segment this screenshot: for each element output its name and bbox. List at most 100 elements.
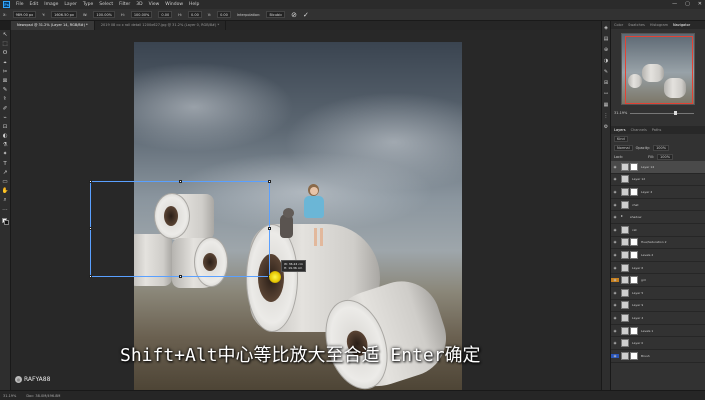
menu-filter[interactable]: Filter (119, 2, 130, 7)
width-field[interactable]: 100.00% (93, 11, 115, 18)
close-button[interactable]: ✕ (698, 1, 702, 7)
navigator-zoom-slider[interactable] (630, 111, 695, 115)
stamp-tool-icon[interactable]: ⌁ (2, 115, 9, 122)
maximize-button[interactable]: ▢ (685, 1, 690, 7)
frame-tool-icon[interactable]: ⊠ (2, 78, 9, 85)
tab-color[interactable]: Color (614, 23, 623, 27)
visibility-eye-icon[interactable]: ◉ (611, 291, 619, 295)
visibility-eye-icon[interactable]: ◉ (611, 228, 619, 232)
vskew-field[interactable]: 0.00 (217, 11, 231, 18)
transform-handle-right[interactable] (268, 227, 271, 230)
menu-view[interactable]: View (149, 2, 160, 7)
layer-row[interactable]: ◉ Layer 5 (611, 287, 705, 300)
tab-navigator[interactable]: Navigator (673, 23, 690, 27)
lasso-tool-icon[interactable]: ʘ (2, 50, 9, 57)
tab-layers[interactable]: Layers (614, 128, 626, 132)
visibility-eye-icon[interactable]: ◉ (611, 203, 619, 207)
menu-window[interactable]: Window (165, 2, 183, 7)
transform-handle-bottom-left[interactable] (89, 275, 92, 278)
visibility-eye-icon[interactable]: ◉ (611, 165, 619, 169)
path-select-tool-icon[interactable]: ↗ (2, 170, 9, 177)
marquee-tool-icon[interactable]: ⬚ (2, 41, 9, 48)
layer-mask-thumbnail[interactable] (630, 162, 638, 171)
swatches-panel-icon[interactable]: ▦ (603, 102, 609, 108)
gradient-tool-icon[interactable]: ◐ (2, 133, 9, 140)
navigator-preview[interactable] (621, 33, 695, 105)
visibility-eye-icon[interactable]: ◉ (611, 215, 619, 219)
minimize-button[interactable]: — (672, 1, 677, 7)
menu-image[interactable]: Image (44, 2, 58, 7)
layer-row[interactable]: ◉ Levels 1 (611, 325, 705, 338)
visibility-eye-icon[interactable]: ◉ (611, 266, 619, 270)
menu-edit[interactable]: Edit (30, 2, 39, 7)
y-field[interactable]: 1606.50 px (51, 11, 77, 18)
transform-handle-left[interactable] (89, 227, 92, 230)
layer-mask-thumbnail[interactable] (630, 238, 638, 247)
visibility-eye-icon[interactable]: ◉ (611, 353, 619, 358)
transform-bounding-box[interactable] (89, 180, 271, 278)
layer-row[interactable]: ◉ Hue/Saturation 2 (611, 237, 705, 250)
transform-handle-top[interactable] (179, 180, 182, 183)
adjustments-panel-icon[interactable]: ⊕ (603, 47, 609, 53)
tab-swatches[interactable]: Swatches (628, 23, 645, 27)
menu-3d[interactable]: 3D (136, 2, 142, 7)
layer-mask-thumbnail[interactable] (630, 326, 638, 335)
visibility-eye-icon[interactable]: ◉ (611, 253, 619, 257)
layer-kind-filter[interactable]: Kind (614, 135, 628, 142)
height-field[interactable]: 100.00% (130, 11, 153, 18)
tab-document-active[interactable]: Newcpsd @ 31.2% (Layer 14, RGB/8#) * (11, 21, 95, 30)
more-tools-icon[interactable]: ⋯ (2, 207, 9, 214)
blend-mode-select[interactable]: Normal (614, 144, 633, 151)
eraser-tool-icon[interactable]: ⊡ (2, 124, 9, 131)
layer-row[interactable]: ◉ chat (611, 199, 705, 212)
eyedropper-tool-icon[interactable]: ✎ (2, 87, 9, 94)
layer-row[interactable]: ◉ ▸ shadow (611, 211, 705, 224)
layer-mask-thumbnail[interactable] (630, 187, 638, 196)
crop-tool-icon[interactable]: ✂ (2, 69, 9, 76)
interpolation-select[interactable]: Bicubic (266, 11, 286, 18)
actions-panel-icon[interactable]: ⋮ (603, 113, 609, 119)
move-tool-icon[interactable]: ↖ (2, 32, 9, 39)
tab-histogram[interactable]: Histogram (650, 23, 668, 27)
tool-presets-icon[interactable]: ⚙ (603, 124, 609, 130)
brush-panel-icon[interactable]: ✎ (603, 69, 609, 75)
layer-row[interactable]: ◉ Layer 6 (611, 262, 705, 275)
navigator-view-box[interactable] (625, 36, 693, 104)
menu-help[interactable]: Help (189, 2, 199, 7)
commit-transform-icon[interactable]: ✓ (303, 11, 309, 19)
layer-row[interactable]: ◉ Layer 4 (611, 312, 705, 325)
layer-row[interactable]: ◉ Layer 4 (611, 186, 705, 199)
layer-row[interactable]: ◉ Layer 14 (611, 161, 705, 174)
hand-tool-icon[interactable]: ✋ (2, 188, 9, 195)
libraries-panel-icon[interactable]: ⊞ (603, 80, 609, 86)
healing-tool-icon[interactable]: ⚕ (2, 96, 9, 103)
shape-tool-icon[interactable]: ▭ (2, 179, 9, 186)
pen-tool-icon[interactable]: ✦ (2, 151, 9, 158)
tab-channels[interactable]: Channels (631, 128, 647, 132)
layer-row[interactable]: ◉ cat (611, 224, 705, 237)
document-size[interactable]: Doc: 38.0M/496.8M (26, 394, 60, 398)
visibility-eye-icon[interactable]: ◉ (611, 329, 619, 333)
transform-handle-bottom[interactable] (179, 275, 182, 278)
visibility-eye-icon[interactable]: ◉ (611, 190, 619, 194)
cancel-transform-icon[interactable]: ⊘ (291, 11, 297, 19)
dodge-tool-icon[interactable]: ⚗ (2, 142, 9, 149)
layer-mask-thumbnail[interactable] (630, 351, 638, 360)
layer-row[interactable]: ◉ girl (611, 274, 705, 287)
zoom-level[interactable]: 31.19% (3, 394, 16, 398)
x-field[interactable]: 989.00 px (12, 11, 37, 18)
zoom-tool-icon[interactable]: ⌕ (2, 197, 9, 204)
transform-handle-top-left[interactable] (89, 180, 92, 183)
menu-select[interactable]: Select (99, 2, 113, 7)
quick-select-tool-icon[interactable]: ⌖ (2, 60, 9, 67)
visibility-eye-icon[interactable]: ◉ (611, 177, 619, 181)
visibility-eye-icon[interactable]: ◉ (611, 240, 619, 244)
menu-type[interactable]: Type (83, 2, 93, 7)
brush-tool-icon[interactable]: ✐ (2, 106, 9, 113)
color-swatches[interactable] (1, 217, 9, 225)
tab-document-second[interactable]: 2019 08 co x roll detail 1200x627.jpg @ … (95, 21, 227, 30)
background-color-swatch[interactable] (3, 219, 9, 225)
color-panel-icon[interactable]: ◑ (603, 58, 609, 64)
canvas-area[interactable]: W: 36.24 cm H: 19.36 cm (11, 30, 601, 390)
hskew-field[interactable]: 0.00 (188, 11, 202, 18)
